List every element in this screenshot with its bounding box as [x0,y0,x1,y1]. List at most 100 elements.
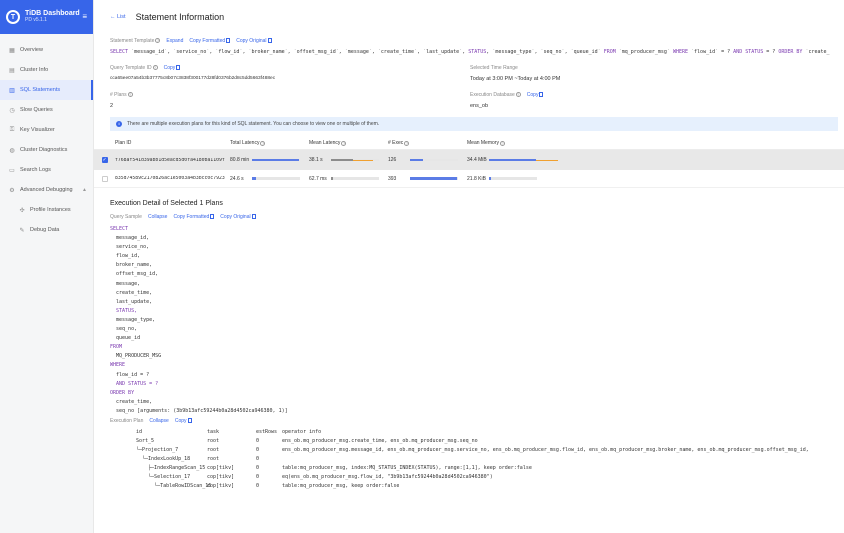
sidebar-item-advanced-debugging[interactable]: ⚙ Advanced Debugging ▲ [0,180,93,200]
copy-db-link[interactable]: Copy [527,92,544,98]
sidebar-item-debug-data[interactable]: ✎ Debug Data [0,220,93,240]
plans-count-value: 2 [110,103,114,109]
sql-token: FROM [603,49,616,55]
exec-count: 126 [388,157,397,163]
collapse-sample-link[interactable]: Collapse [148,214,167,220]
operator-task: root [207,455,220,462]
banner-text: There are multiple execution plans for t… [127,121,380,127]
copy-icon [226,38,231,44]
info-icon: i [116,121,122,127]
operator-est-rows: 0 [256,455,260,462]
expand-link[interactable]: Expand [166,38,183,44]
tidb-logo-icon: T [6,10,20,24]
statement-template-section: Statement Template? Expand Copy Formatte… [94,38,844,55]
sql-line: ORDER BY [110,389,135,396]
menu-toggle-icon[interactable]: ≡ [82,12,87,21]
sql-line: queue_id [110,335,141,342]
col-exec[interactable]: # Exec? [388,140,467,146]
plan-operator-row: └─Projection_7 root 0 ens_ob.mq_producer_ms… [110,446,844,455]
total-latency: 80.8 min [230,157,250,163]
sql-token: , `message_type`, `seq_no`, `queue_id` [486,49,604,55]
help-icon[interactable]: ? [515,92,521,97]
sql-token: AND [733,49,743,55]
mean-latency: 62.7 ms [309,175,327,182]
copy-template-id-link[interactable]: Copy [164,65,181,71]
plan-row[interactable]: ✓ f768af541d39abb1d5eacd5d0fa4180ba1109f 8… [94,150,844,170]
statement-meta-row-2: # Plans? 2 Execution Database? Copy ens_o… [94,92,844,109]
sql-token: `message_id`, `service_no`, `flow_id`, `… [128,49,469,55]
sql-line: STATUS, [110,307,138,314]
help-icon[interactable]: ? [152,65,158,70]
sidebar-item-sql-statements[interactable]: ▥ SQL Statements [0,80,93,100]
sidebar-item-key-visualizer[interactable]: ⚿ Key Visualizer [0,120,93,140]
sidebar-item-cluster-diagnostics[interactable]: ◍ Cluster Diagnostics [0,140,93,160]
copy-plan-link[interactable]: Copy [175,418,192,424]
sidebar-item-slow-queries[interactable]: ◷ Slow Queries [0,100,93,120]
sql-line: SELECT [110,226,129,232]
sidebar-item-profile-instances[interactable]: ✣ Profile Instances [0,200,93,220]
col-plan-id[interactable]: Plan ID [115,140,230,146]
copy-icon [539,92,544,98]
operator-est-rows: 0 [256,464,260,471]
col-total-latency[interactable]: Total Latency? [230,140,309,146]
sidebar-item-cluster-info[interactable]: ▤ Cluster Info [0,60,93,80]
sql-line: broker_name, [110,262,153,269]
plan-checkbox[interactable] [101,175,108,182]
copy-formatted-sample-link[interactable]: Copy Formatted [173,214,215,220]
total-latency: 24.6 s [230,175,244,182]
sql-line: flow_id, [110,253,141,260]
sql-token: `flow_id` = ? [688,49,734,55]
overview-icon: ▦ [9,47,15,54]
operator-id: id [136,428,143,435]
operator-info: operator info [282,428,322,435]
plans-table: Plan ID Total Latency? Mean Latency? # E… [94,137,844,188]
copy-formatted-link[interactable]: Copy Formatted [189,38,231,44]
help-icon[interactable]: ? [260,140,266,146]
query-sample-label: Query Sample [110,214,142,220]
help-icon[interactable]: ? [499,140,505,146]
copy-original-link[interactable]: Copy Original [236,38,272,44]
operator-task: cop[tikv] [207,482,235,489]
plan-checkbox[interactable]: ✓ [101,157,108,163]
sql-line: message, [110,280,141,287]
back-to-list-link[interactable]: ← List [110,14,126,20]
plans-table-header: Plan ID Total Latency? Mean Latency? # E… [94,137,844,150]
sql-line: seq_no, [110,326,138,333]
operator-id: └─TableRowIDScan_16 [136,482,212,489]
sidebar-nav: ▦ Overview ▤ Cluster Info ▥ SQL Statements … [0,34,93,240]
logs-icon: ▭ [9,167,15,174]
operator-task: cop[tikv] [207,473,235,480]
sidebar-item-overview[interactable]: ▦ Overview [0,40,93,60]
execution-detail-section: Execution Detail of Selected 1 Plans Que… [94,200,844,491]
query-sample-sql: SELECT message_id, service_no, flow_id, … [110,225,844,416]
debug-icon: ⚙ [9,187,15,194]
plan-operator-row: id task estRows operator info [110,428,844,437]
plan-operator-row: └─Selection_17 cop[tikv] 0 eq(ens_ob.mq_pro… [110,473,844,482]
plan-row[interactable]: 835d74589c2170826ac1e5003a4b3bcc0c7923 24… [94,170,844,188]
exec-db-label: Execution Database? [470,92,521,98]
sql-line: create_time, [110,289,153,296]
plan-operator-row: Sort_5 root 0 ens_ob.mq_producer_msg.create… [110,437,844,446]
sql-line: flow_id = ? [110,371,150,378]
slow-icon: ◷ [9,107,15,114]
col-mean-memory[interactable]: Mean Memory? [467,140,557,146]
collapse-plan-link[interactable]: Collapse [149,418,168,424]
page-header: ← List Statement Information [94,0,844,34]
help-icon[interactable]: ? [127,92,133,97]
help-icon[interactable]: ? [155,38,161,43]
help-icon[interactable]: ? [341,140,347,146]
sql-line: service_no, [110,244,150,251]
plan-id: f768af541d39abb1d5eacd5d0fa4180ba1109f [115,157,225,163]
copy-icon [210,214,215,220]
mean-latency: 38.1 s [309,157,323,163]
exec-db-value: ens_ob [470,103,489,109]
multiple-plans-banner: i There are multiple execution plans for… [110,117,838,131]
col-mean-latency[interactable]: Mean Latency? [309,140,388,146]
copy-original-sample-link[interactable]: Copy Original [220,214,256,220]
sql-line: message_type, [110,316,156,323]
plan-operator-row: └─IndexLookUp_18 root 0 [110,455,844,464]
operator-id: └─IndexLookUp_18 [136,455,191,462]
help-icon[interactable]: ? [404,140,410,146]
sidebar-item-search-logs[interactable]: ▭ Search Logs [0,160,93,180]
operator-id: Sort_5 [136,437,155,444]
